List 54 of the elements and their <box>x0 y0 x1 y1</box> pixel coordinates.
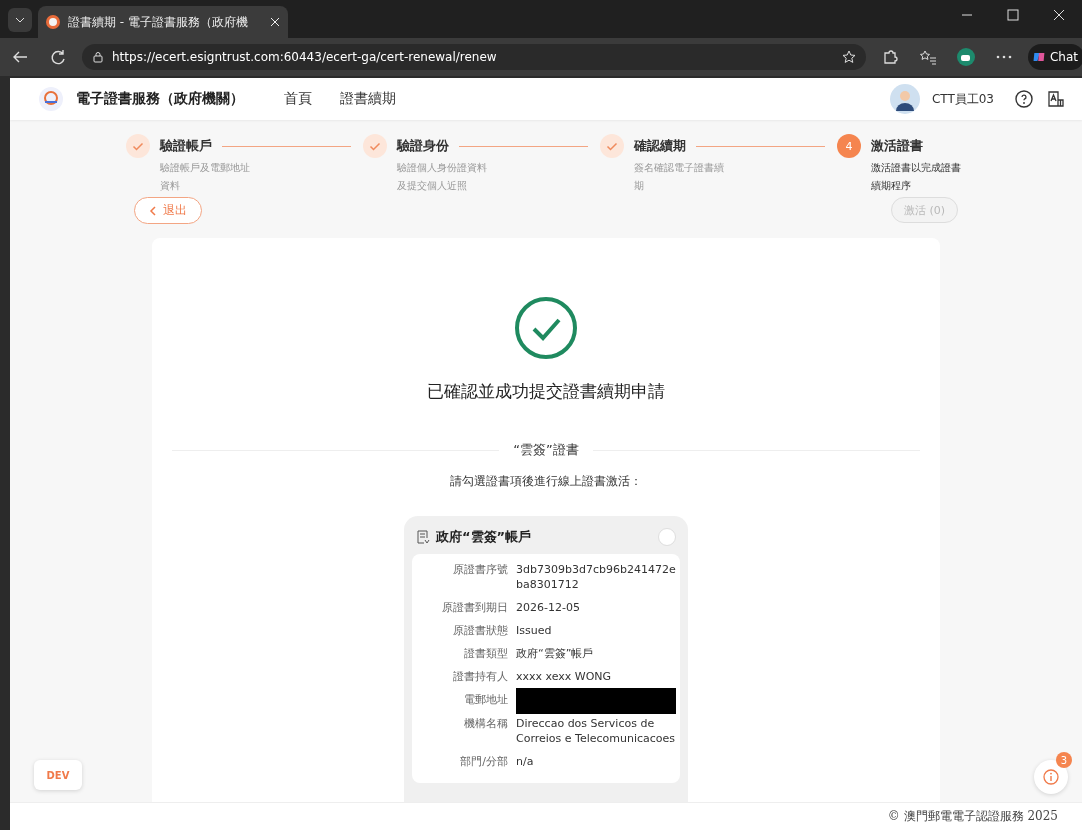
chevron-down-icon <box>15 17 25 23</box>
notification-count: 3 <box>1056 752 1072 768</box>
field-value: xxxx xexx WONG <box>516 669 613 684</box>
tab-title: 證書續期 - 電子證書服務（政府機 <box>68 13 249 31</box>
lock-icon <box>92 51 104 63</box>
field-label: 部門/分部 <box>459 754 508 769</box>
nav-link[interactable]: 證書續期 <box>332 90 404 108</box>
success-message: 已確認並成功提交證書續期申請 <box>427 380 665 403</box>
step-number: 4 <box>837 134 861 158</box>
step-title: 驗證帳戶 <box>160 137 212 155</box>
field-value: 3db7309b3d7cb96b241472eba8301712 <box>516 562 676 592</box>
environment-badge: DEV <box>34 760 82 790</box>
app-logo-icon <box>38 86 64 112</box>
field-label: 原證書狀態 <box>452 623 508 638</box>
document-icon <box>416 530 430 544</box>
nav-link[interactable]: 首頁 <box>276 90 320 108</box>
instruction-text: 請勾選證書項後進行線上證書激活： <box>450 473 642 490</box>
step-description: 驗證個人身份證資料及提交個人近照 <box>397 161 488 193</box>
info-icon <box>1043 769 1059 785</box>
field-label: 電郵地址 <box>463 692 508 708</box>
field-label: 證書類型 <box>463 646 508 661</box>
step-description: 驗證帳戶及電郵地址資料 <box>160 161 251 193</box>
close-icon[interactable] <box>270 17 280 27</box>
star-icon[interactable] <box>842 50 856 64</box>
certificate-title: 政府“雲簽”帳戶 <box>436 528 533 546</box>
chevron-left-icon <box>149 205 157 216</box>
chat-button[interactable]: Chat <box>1028 44 1082 70</box>
app-title: 電子證書服務（政府機關） <box>76 90 244 108</box>
field-value: Direccao dos Servicos de Correios e Telecomunicacoes <box>516 716 676 746</box>
field-label: 證書持有人 <box>452 669 508 684</box>
field-value: Issued <box>516 623 553 638</box>
help-icon[interactable] <box>1014 89 1034 109</box>
step-description: 簽名確認電子證書續期 <box>634 161 725 193</box>
copyright-text: © 澳門郵電電子認證服務 2025 <box>887 808 1058 825</box>
step-title: 確認續期 <box>634 137 686 155</box>
step-title: 激活證書 <box>871 137 923 155</box>
browser-tab[interactable]: 證書續期 - 電子證書服務（政府機 <box>38 6 288 38</box>
section-title: “雲簽”證書 <box>513 441 579 459</box>
avatar-icon <box>889 84 920 114</box>
field-label: 機構名稱 <box>463 716 508 732</box>
select-radio[interactable] <box>658 528 676 546</box>
address-bar[interactable]: https://ecert.esigntrust.com:60443/ecert-ga/cert-renewal/renew <box>82 44 866 70</box>
field-value: 2026-12-05 <box>516 600 581 615</box>
field-value: n/a <box>516 754 535 769</box>
user-name[interactable]: CTT員工03 <box>931 90 994 108</box>
field-label: 原證書序號 <box>452 562 508 578</box>
translate-icon[interactable] <box>1046 89 1066 109</box>
step-description: 激活證書以完成證書續期程序 <box>871 161 962 193</box>
success-check-icon <box>514 296 578 360</box>
field-label: 原證書到期日 <box>441 600 508 615</box>
step-title: 驗證身份 <box>397 137 449 155</box>
field-value: 政府“雲簽”帳戶 <box>516 646 595 661</box>
certificate-card[interactable]: 政府“雲簽”帳戶 原證書序號 3db7309b3d7cb96b241472eba8301712 原證書到期日 2026-12-05 原證書狀態 Issued 證書類型 政府“雲簽”帳戶 證書持有人 xxxx xexx WONG 電郵地址 機構名稱 Direccao dos Servicos de Correios e Telecomunicacoes 部門/分部 n/a <box>404 516 688 802</box>
site-favicon <box>46 15 60 29</box>
